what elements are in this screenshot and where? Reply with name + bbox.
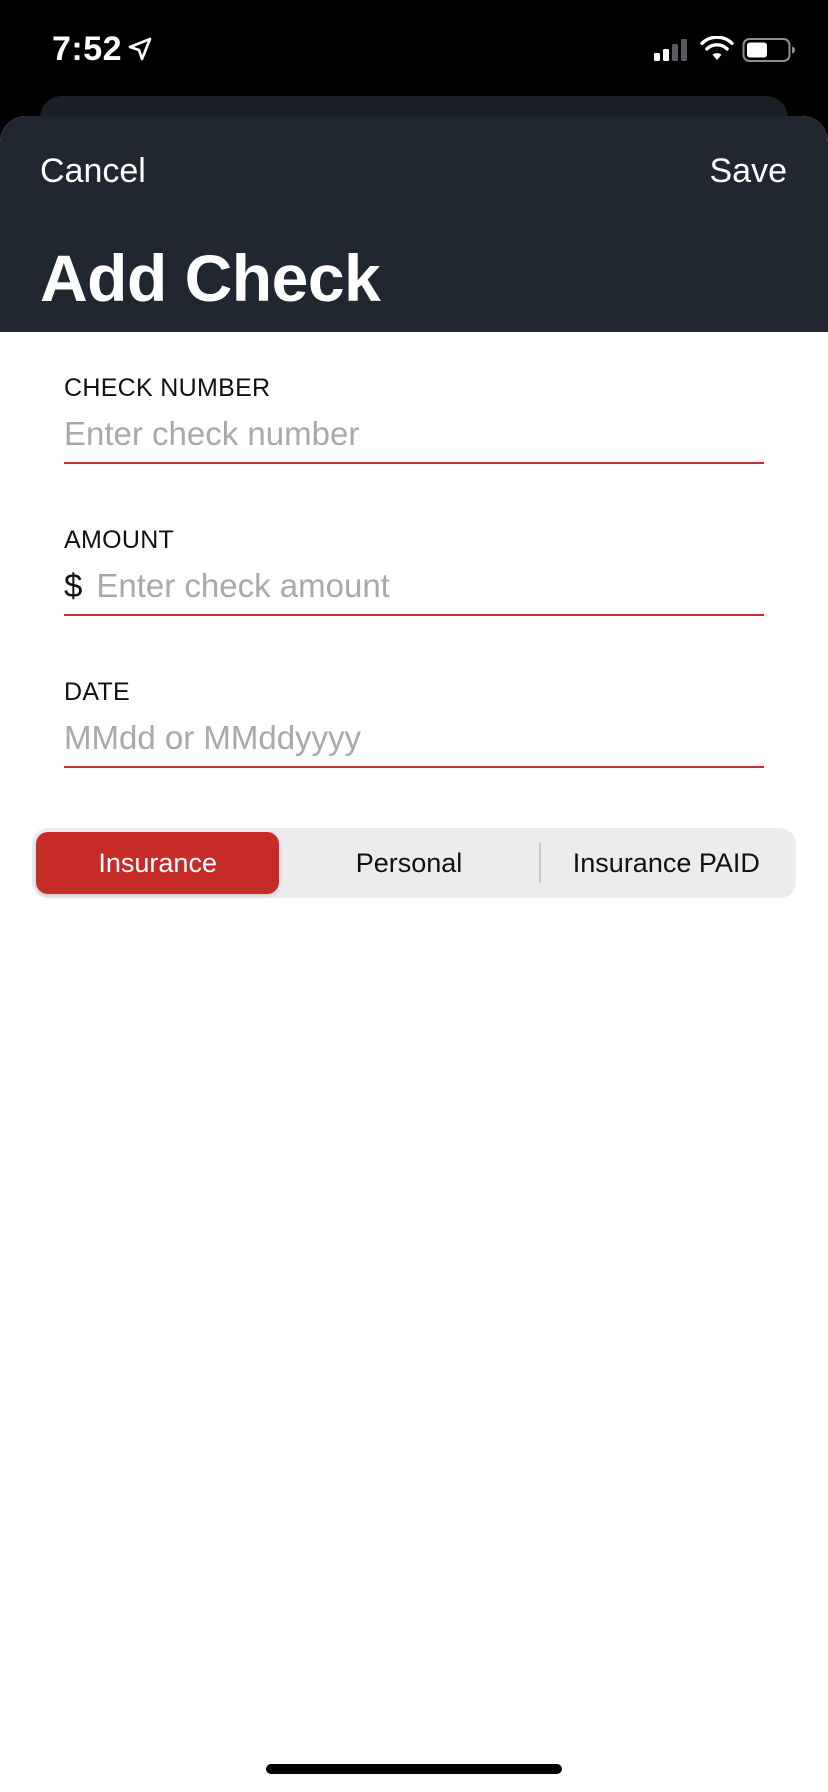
amount-field: AMOUNT $: [64, 484, 764, 636]
check-type-segmented-control: Insurance Personal Insurance PAID: [32, 828, 796, 898]
check-number-input[interactable]: [64, 406, 764, 462]
battery-icon: [742, 38, 795, 62]
status-time: 7:52: [52, 30, 123, 68]
save-button[interactable]: Save: [710, 152, 788, 191]
status-bar: 7:52: [0, 0, 828, 100]
segment-personal[interactable]: Personal: [279, 832, 538, 894]
amount-input[interactable]: [96, 558, 764, 614]
check-number-label: CHECK NUMBER: [64, 374, 271, 402]
amount-row: $: [64, 558, 764, 616]
wifi-icon: [700, 36, 734, 60]
segment-insurance-paid[interactable]: Insurance PAID: [541, 832, 792, 894]
page-title: Add Check: [40, 241, 381, 315]
cancel-button[interactable]: Cancel: [40, 152, 146, 191]
currency-symbol: $: [64, 567, 83, 604]
check-number-row: [64, 406, 764, 464]
cellular-signal-icon: [654, 39, 687, 61]
add-check-sheet: Cancel Save Add Check CHECK NUMBER AMOUN…: [0, 116, 828, 1792]
date-field: DATE: [64, 636, 764, 788]
home-indicator[interactable]: [266, 1764, 562, 1774]
sheet-header: Cancel Save Add Check: [0, 116, 828, 332]
check-number-field: CHECK NUMBER: [64, 332, 764, 484]
check-form: CHECK NUMBER AMOUNT $ DATE: [0, 332, 828, 788]
date-row: [64, 710, 764, 768]
segment-insurance[interactable]: Insurance: [36, 832, 280, 894]
amount-label: AMOUNT: [64, 526, 175, 554]
location-arrow-icon: [128, 37, 152, 61]
date-input[interactable]: [64, 710, 764, 766]
date-label: DATE: [64, 678, 131, 706]
screen: 7:52 Cancel Save Add Check CHECK NUMBER …: [0, 0, 828, 1792]
